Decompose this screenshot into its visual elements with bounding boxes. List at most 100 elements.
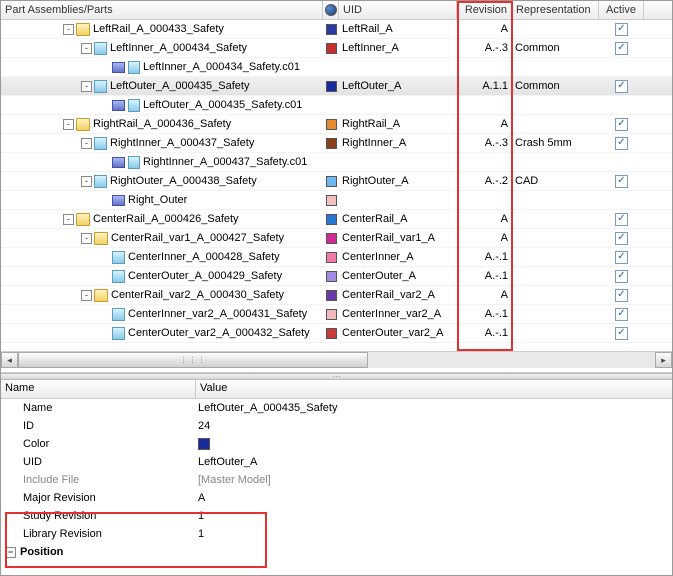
tree-row[interactable]: -LeftInner_A_000434_SafetyLeftInner_AA.-… (1, 39, 672, 58)
active-checkbox[interactable] (615, 23, 628, 36)
active-checkbox[interactable] (615, 251, 628, 264)
prop-value[interactable]: A (196, 492, 672, 504)
prop-label: Study Revision (1, 510, 196, 522)
col-color[interactable] (323, 1, 339, 19)
prop-value[interactable]: LeftOuter_A_000435_Safety (196, 402, 672, 414)
prop-group-position[interactable]: − Position (1, 543, 672, 561)
tree-row[interactable]: -CenterRail_var1_A_000427_SafetyCenterRa… (1, 229, 672, 248)
splitter[interactable]: ··· (1, 373, 672, 380)
collapse-icon[interactable]: - (63, 119, 74, 130)
prop-value[interactable]: 24 (196, 420, 672, 432)
cell-parts[interactable]: Right_Outer (1, 194, 323, 206)
prop-value: [Master Model] (196, 474, 672, 486)
scroll-thumb[interactable]: ⋮⋮⋮ (18, 352, 368, 368)
tree-row[interactable]: CenterInner_var2_A_000431_Safety CenterIn… (1, 305, 672, 324)
color-swatch-icon (326, 233, 337, 244)
active-checkbox[interactable] (615, 270, 628, 283)
active-checkbox[interactable] (615, 289, 628, 302)
cell-parts[interactable]: CenterInner_A_000428_Safety (1, 251, 323, 264)
tree-row[interactable]: LeftInner_A_000434_Safety.c01 (1, 58, 672, 77)
minus-icon[interactable]: − (5, 547, 16, 558)
surface-icon (112, 157, 125, 168)
horizontal-scrollbar[interactable]: ◂ ⋮⋮⋮ ▸ (1, 351, 672, 368)
cell-uid: RightOuter_A (339, 175, 457, 187)
tree-row[interactable]: -RightRail_A_000436_SafetyRightRail_AA (1, 115, 672, 134)
node-label: CenterOuter_A_000429_Safety (128, 270, 282, 282)
collapse-icon[interactable]: - (81, 43, 92, 54)
collapse-icon[interactable]: - (81, 233, 92, 244)
scroll-track[interactable]: ⋮⋮⋮ (18, 352, 655, 368)
cell-parts[interactable]: LeftOuter_A_000435_Safety.c01 (1, 99, 323, 112)
active-checkbox[interactable] (615, 137, 628, 150)
prop-value[interactable] (196, 438, 672, 450)
scroll-right-button[interactable]: ▸ (655, 352, 672, 368)
prop-row-id: ID 24 (1, 417, 672, 435)
active-checkbox[interactable] (615, 42, 628, 55)
cell-parts[interactable]: -RightInner_A_000437_Safety (1, 137, 323, 150)
node-label: RightInner_A_000437_Safety.c01 (143, 156, 307, 168)
collapse-icon[interactable]: - (81, 138, 92, 149)
prop-value[interactable]: 1 (196, 510, 672, 522)
cell-parts[interactable]: CenterInner_var2_A_000431_Safety (1, 308, 323, 321)
tree-row[interactable]: -RightOuter_A_000438_SafetyRightOuter_AA… (1, 172, 672, 191)
collapse-icon[interactable]: - (81, 290, 92, 301)
collapse-icon[interactable]: - (63, 24, 74, 35)
collapse-icon[interactable]: - (63, 214, 74, 225)
active-checkbox[interactable] (615, 80, 628, 93)
cell-parts[interactable]: LeftInner_A_000434_Safety.c01 (1, 61, 323, 74)
prop-col-name[interactable]: Name (1, 380, 196, 398)
collapse-icon[interactable]: - (81, 81, 92, 92)
node-label: CenterInner_var2_A_000431_Safety (128, 308, 307, 320)
prop-row-uid: UID LeftOuter_A (1, 453, 672, 471)
prop-value[interactable]: 1 (196, 528, 672, 540)
cell-uid: RightRail_A (339, 118, 457, 130)
prop-value[interactable]: LeftOuter_A (196, 456, 672, 468)
node-label: CenterRail_A_000426_Safety (93, 213, 239, 225)
cell-color (323, 214, 339, 225)
tree-row[interactable]: -LeftRail_A_000433_SafetyLeftRail_AA (1, 20, 672, 39)
cell-parts[interactable]: -RightOuter_A_000438_Safety (1, 175, 323, 188)
cell-parts[interactable]: - CenterRail_A_000426_Safety (1, 213, 323, 226)
prop-label: Major Revision (1, 492, 196, 504)
tree-row[interactable]: -LeftOuter_A_000435_SafetyLeftOuter_AA.1… (1, 77, 672, 96)
tree-row[interactable]: -CenterRail_A_000426_SafetyCenterRail_AA (1, 210, 672, 229)
col-parts[interactable]: Part Assemblies/Parts (1, 1, 323, 19)
col-revision[interactable]: Revision (457, 1, 512, 19)
tree-row[interactable]: RightInner_A_000437_Safety.c01 (1, 153, 672, 172)
color-swatch-icon (198, 438, 210, 450)
cell-parts[interactable]: -CenterRail_var2_A_000430_Safety (1, 289, 323, 302)
prop-label: Include File (1, 474, 196, 486)
cell-parts[interactable]: -CenterRail_var1_A_000427_Safety (1, 232, 323, 245)
tree-row[interactable]: CenterInner_A_000428_SafetyCenterInner_A… (1, 248, 672, 267)
tree-row[interactable]: CenterOuter_A_000429_SafetyCenterOuter_A… (1, 267, 672, 286)
cell-uid: CenterInner_var2_A (339, 308, 457, 320)
cell-parts[interactable]: -LeftRail_A_000433_Safety (1, 23, 323, 36)
active-checkbox[interactable] (615, 327, 628, 340)
component-icon (112, 251, 125, 264)
cell-parts[interactable]: -RightRail_A_000436_Safety (1, 118, 323, 131)
prop-col-value[interactable]: Value (196, 380, 672, 398)
active-checkbox[interactable] (615, 213, 628, 226)
cell-uid: LeftOuter_A (339, 80, 457, 92)
cell-parts[interactable]: -LeftOuter_A_000435_Safety (1, 80, 323, 93)
tree-row[interactable]: LeftOuter_A_000435_Safety.c01 (1, 96, 672, 115)
prop-row-major-rev: Major Revision A (1, 489, 672, 507)
active-checkbox[interactable] (615, 308, 628, 321)
cell-parts[interactable]: CenterOuter_A_000429_Safety (1, 270, 323, 283)
tree-row[interactable]: -CenterRail_var2_A_000430_SafetyCenterRa… (1, 286, 672, 305)
active-checkbox[interactable] (615, 232, 628, 245)
cell-parts[interactable]: -LeftInner_A_000434_Safety (1, 42, 323, 55)
col-representation[interactable]: Representation (512, 1, 599, 19)
color-swatch-icon (326, 290, 337, 301)
scroll-left-button[interactable]: ◂ (1, 352, 18, 368)
active-checkbox[interactable] (615, 118, 628, 131)
col-active[interactable]: Active (599, 1, 644, 19)
tree-row[interactable]: -RightInner_A_000437_SafetyRightInner_AA… (1, 134, 672, 153)
cell-parts[interactable]: RightInner_A_000437_Safety.c01 (1, 156, 323, 169)
cell-parts[interactable]: CenterOuter_var2_A_000432_Safety (1, 327, 323, 340)
tree-row[interactable]: CenterOuter_var2_A_000432_SafetyCenterOu… (1, 324, 672, 343)
collapse-icon[interactable]: - (81, 176, 92, 187)
col-uid[interactable]: UID (339, 1, 457, 19)
active-checkbox[interactable] (615, 175, 628, 188)
tree-row[interactable]: Right_Outer (1, 191, 672, 210)
